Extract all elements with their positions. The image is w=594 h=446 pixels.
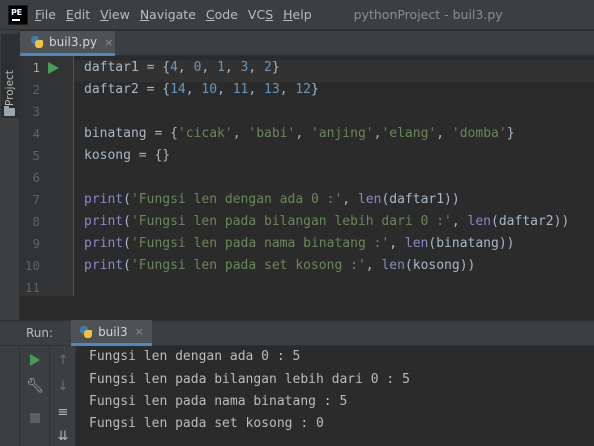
line-number: 8 <box>32 214 40 229</box>
menu-code[interactable]: Code <box>206 7 238 22</box>
stop-button[interactable] <box>25 408 45 428</box>
scroll-down-button[interactable]: ↓ <box>53 376 73 396</box>
console-line: Fungsi len pada nama binatang : 5 <box>89 394 348 409</box>
line-number: 9 <box>32 236 40 251</box>
window-title: pythonProject - buil3.py <box>353 7 503 22</box>
close-tab-icon[interactable]: × <box>104 36 113 49</box>
run-arrow-icon[interactable] <box>48 62 59 74</box>
menu-bar: PE File Edit View Navigate Code VCS Help… <box>0 0 594 30</box>
menu-file[interactable]: File <box>35 7 56 22</box>
menu-vcs[interactable]: VCS <box>248 7 273 22</box>
play-icon <box>30 354 40 366</box>
python-run-icon <box>79 325 93 339</box>
line-number: 6 <box>32 170 40 185</box>
line-number: 5 <box>32 148 40 163</box>
code-line[interactable]: print('Fungsi len pada set kosong :', le… <box>84 258 475 280</box>
code-line[interactable]: print('Fungsi len pada bilangan lebih da… <box>84 214 569 236</box>
menu-help[interactable]: Help <box>283 7 312 22</box>
run-tool-header: Run: buil3 × <box>0 320 594 346</box>
editor-tab-bar: buil3.py × <box>20 31 594 56</box>
run-toolbar-primary: 🔧︎ <box>20 346 50 446</box>
code-line[interactable]: kosong = {} <box>84 148 170 170</box>
line-number: 2 <box>32 82 40 97</box>
line-number: 4 <box>32 126 40 141</box>
arrow-down-icon: ↓ <box>57 378 69 394</box>
wrench-icon: 🔧︎ <box>26 378 44 394</box>
code-editor[interactable]: 1 2 3 4 5 6 7 8 9 10 11 daftar1 = {4, 0, 1, 3, 2} d… <box>20 56 594 320</box>
menu-edit[interactable]: Edit <box>66 7 90 22</box>
python-file-icon <box>30 35 44 49</box>
code-line[interactable]: binatang = {'cicak', 'babi', 'anjing','e… <box>84 126 515 148</box>
folder-icon <box>4 106 15 116</box>
line-number: 3 <box>32 104 40 119</box>
console-line: Fungsi len dengan ada 0 : 5 <box>89 349 301 364</box>
editor-bottom <box>20 296 594 320</box>
arrow-up-icon: ↑ <box>57 352 69 368</box>
code-line[interactable]: daftar1 = {4, 0, 1, 3, 2} <box>74 60 594 82</box>
menu-navigate[interactable]: Navigate <box>140 7 196 22</box>
app-logo-text: PE <box>11 7 22 17</box>
run-tab-label: buil3 <box>98 324 128 339</box>
line-number: 7 <box>32 192 40 207</box>
line-gutter: 1 2 3 4 5 6 7 8 9 10 11 <box>20 56 74 296</box>
close-run-tab-icon[interactable]: × <box>135 325 144 338</box>
code-line[interactable]: print('Fungsi len pada nama binatang :',… <box>84 236 514 258</box>
console-line: Fungsi len pada set kosong : 0 <box>89 416 324 431</box>
run-console[interactable]: Fungsi len dengan ada 0 : 5 Fungsi len p… <box>76 346 594 446</box>
rerun-button[interactable] <box>25 350 45 370</box>
menu-view[interactable]: View <box>100 7 130 22</box>
app-logo-icon: PE <box>8 4 28 25</box>
line-number: 11 <box>24 280 40 295</box>
edit-config-button[interactable]: 🔧︎ <box>25 376 45 396</box>
sort-button[interactable]: ⇊ <box>53 426 73 446</box>
code-line[interactable]: print('Fungsi len dengan ada 0 :', len(d… <box>84 192 460 214</box>
line-number: 1 <box>32 60 40 75</box>
scroll-up-button[interactable]: ↑ <box>53 350 73 370</box>
left-tool-strip: Project <box>0 30 20 320</box>
tab-buil3-py[interactable]: buil3.py × <box>20 31 115 56</box>
editor-tab-label: buil3.py <box>49 35 98 49</box>
sort-icon: ⇊ <box>57 428 69 444</box>
console-line: Fungsi len pada bilangan lebih dari 0 : … <box>89 372 410 387</box>
run-toolbar-secondary: ↑ ↓ ≡ ⇊ <box>50 346 76 446</box>
soft-wrap-icon: ≡ <box>57 404 69 420</box>
bottom-left-strip <box>0 346 20 446</box>
stop-icon <box>30 413 40 423</box>
soft-wrap-button[interactable]: ≡ <box>53 402 73 422</box>
project-tool-label: Project <box>4 70 16 106</box>
line-number: 10 <box>24 258 40 273</box>
run-label: Run: <box>26 326 54 340</box>
run-tab-buil3[interactable]: buil3 × <box>71 320 152 346</box>
code-line[interactable]: daftar2 = {14, 10, 11, 13, 12} <box>84 82 319 104</box>
